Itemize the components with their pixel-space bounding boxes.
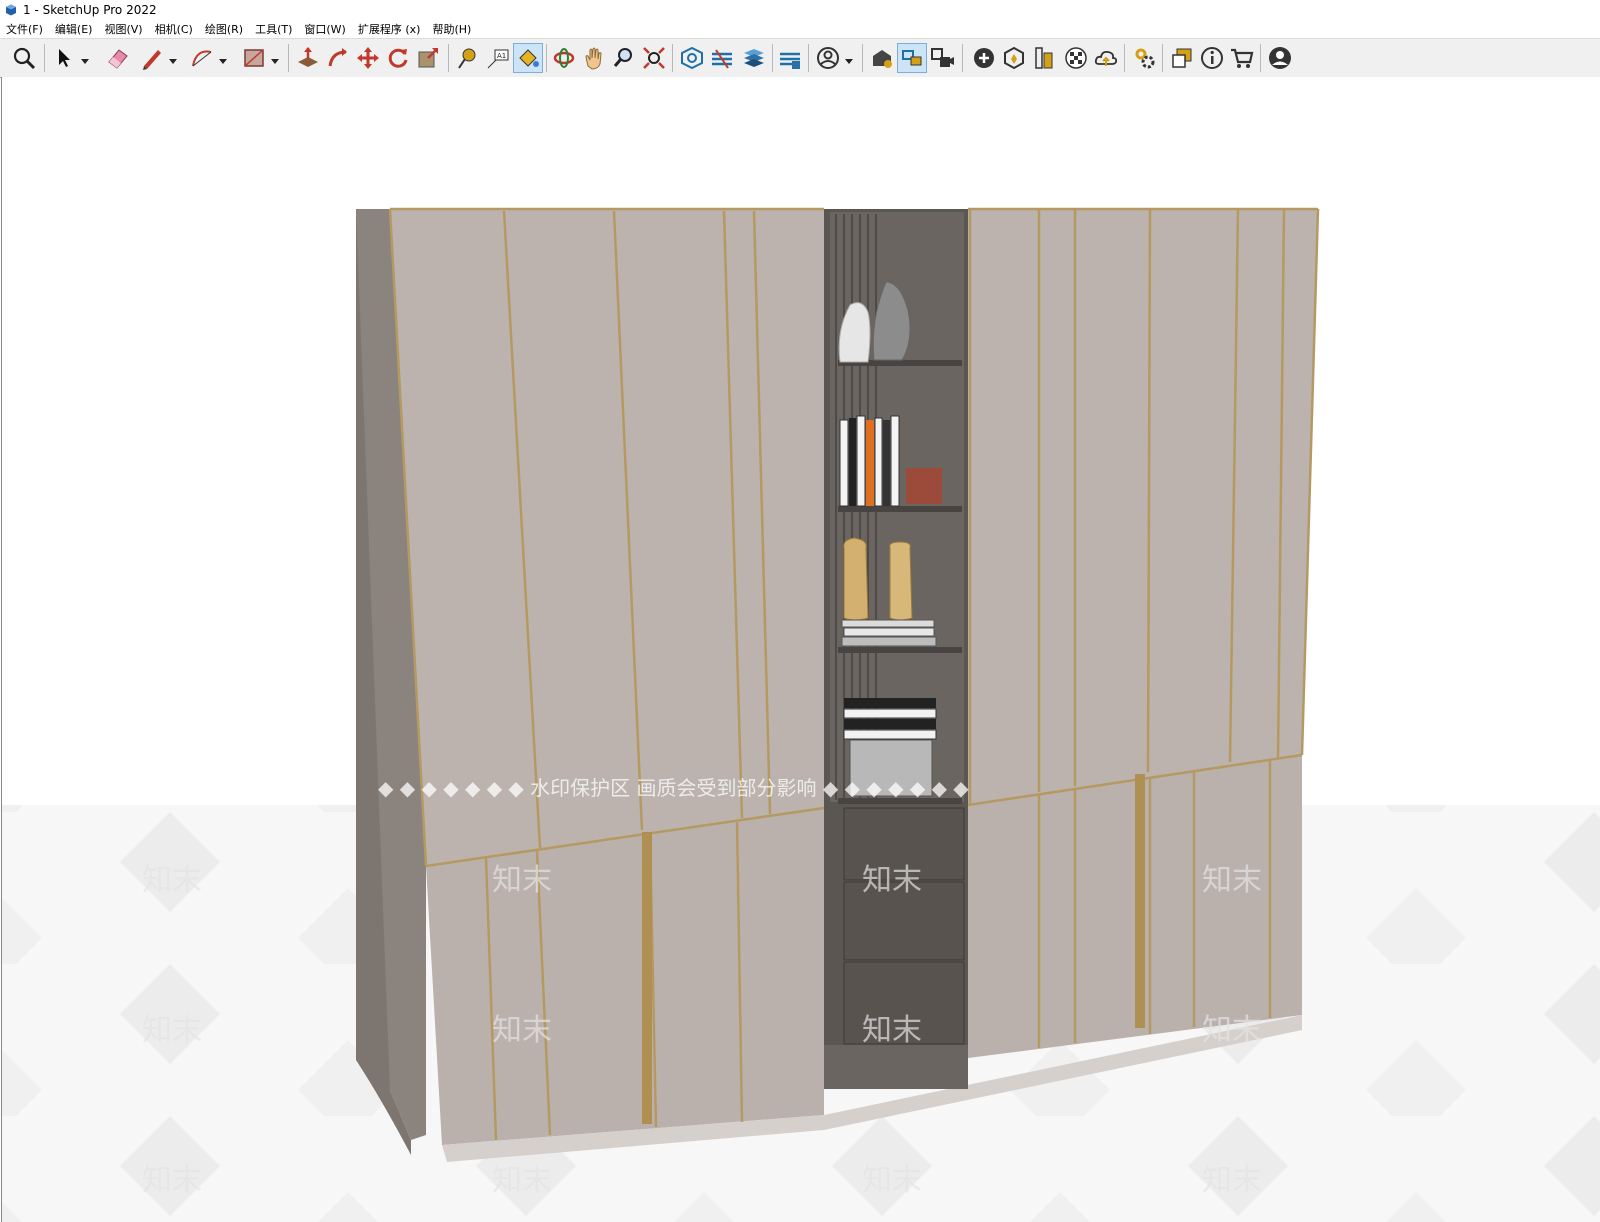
watermark-brand-text: 知末 [142,1163,202,1198]
svg-text:A1: A1 [497,52,506,60]
shopping-cart-icon[interactable] [1228,44,1256,72]
door-handle [1135,774,1145,1028]
main-toolbar: A1 [0,38,1600,78]
chevron-down-icon[interactable] [80,52,90,64]
watermark-brand-text: 知末 [142,863,202,898]
zoom-icon[interactable] [610,44,638,72]
checkerboard-icon[interactable] [1062,44,1090,72]
eraser-icon[interactable] [104,44,132,72]
menu-draw[interactable]: 绘图(R) [199,21,249,37]
gold-vase [843,537,869,621]
menu-tools[interactable]: 工具(T) [249,21,298,37]
book-stack [841,619,937,647]
section-cut-icon[interactable] [740,44,768,72]
pencil-line-icon[interactable] [138,44,166,72]
push-pull-icon[interactable] [294,44,322,72]
upper-right-doors [968,209,1318,805]
outliner-icon[interactable] [1168,44,1196,72]
text-label-icon[interactable]: A1 [484,44,512,72]
tape-measure-icon[interactable] [454,44,482,72]
chevron-down-icon[interactable] [270,52,280,64]
follow-me-icon[interactable] [324,44,352,72]
scenes-icon[interactable] [928,44,956,72]
watermark-brand-text: 知末 [1202,1013,1262,1048]
menu-edit[interactable]: 编辑(E) [49,21,99,37]
watermark-brand-text: 知末 [492,1013,552,1048]
user-account-icon[interactable] [814,44,842,72]
watermark-brand-text: 知末 [492,863,552,898]
toolbar-separator [962,44,963,72]
menu-help[interactable]: 帮助(H) [426,21,477,37]
sketchup-app-icon [6,4,16,16]
select-arrow-icon[interactable] [50,44,78,72]
chevron-down-icon[interactable] [844,52,854,64]
door-handle [642,832,652,1124]
toolbar-separator [448,44,449,72]
toolbar-separator [862,44,863,72]
wardrobe-model: ◆ ◆ ◆ ◆ ◆ ◆ ◆ 水印保护区 画质会受到部分影响 ◆ ◆ ◆ ◆ ◆ … [2,207,1600,1222]
warehouse-icon[interactable] [868,44,896,72]
section-fill-icon[interactable] [776,44,804,72]
zoom-extents-icon[interactable] [640,44,668,72]
chevron-down-icon[interactable] [218,52,228,64]
menu-camera[interactable]: 相机(C) [149,21,199,37]
watermark-brand-text: 知末 [1202,1163,1262,1198]
preferences-gear-icon[interactable] [1130,44,1158,72]
paint-bucket-icon[interactable] [513,43,543,73]
rotate-icon[interactable] [384,44,412,72]
move-icon[interactable] [354,44,382,72]
upper-left-doors [390,209,824,866]
toolbar-separator [44,44,45,72]
watermark-banner: ◆ ◆ ◆ ◆ ◆ ◆ ◆ 水印保护区 画质会受到部分影响 ◆ ◆ ◆ ◆ ◆ … [378,776,969,800]
orbit-icon[interactable] [550,44,578,72]
watermark-brand-text: 知末 [862,1163,922,1198]
toolbar-separator [1260,44,1261,72]
model-viewport[interactable]: ◆ ◆ ◆ ◆ ◆ ◆ ◆ 水印保护区 画质会受到部分影响 ◆ ◆ ◆ ◆ ◆ … [1,77,1600,1222]
toolbar-separator [288,44,289,72]
entity-info-icon[interactable] [1198,44,1226,72]
niche-drawers [843,807,965,1045]
arc-icon[interactable] [188,44,216,72]
menu-bar: 文件(F) 编辑(E) 视图(V) 相机(C) 绘图(R) 工具(T) 窗口(W… [0,20,1600,38]
menu-extensions[interactable]: 扩展程序 (x) [352,21,427,37]
menu-window[interactable]: 窗口(W) [298,21,351,37]
cloud-upload-icon[interactable] [1092,44,1120,72]
toolbar-separator [546,44,547,72]
section-plane-icon[interactable] [678,44,706,72]
watermark-brand-text: 知末 [862,1013,922,1048]
menu-file[interactable]: 文件(F) [0,21,49,37]
watermark-brand-text: 知末 [142,1013,202,1048]
extension-manager-icon[interactable] [1030,44,1058,72]
section-display-icon[interactable] [708,44,736,72]
gold-vase [889,541,913,621]
toolbar-separator [1124,44,1125,72]
scale-icon[interactable] [414,44,442,72]
components-icon[interactable] [897,43,927,73]
sandbox-icon[interactable] [1000,44,1028,72]
window-title: 1 - SketchUp Pro 2022 [23,3,157,17]
watermark-brand-text: 知末 [492,1163,552,1198]
add-location-icon[interactable] [970,44,998,72]
zoom-window-icon[interactable] [10,44,38,72]
toolbar-separator [808,44,809,72]
menu-view[interactable]: 视图(V) [98,21,148,37]
chevron-down-icon[interactable] [168,52,178,64]
rectangle-icon[interactable] [240,44,268,72]
profile-icon[interactable] [1266,44,1294,72]
toolbar-separator [672,44,673,72]
watermark-brand-text: 知末 [1202,863,1262,898]
pan-hand-icon[interactable] [580,44,608,72]
toolbar-separator [772,44,773,72]
toolbar-separator [1162,44,1163,72]
watermark-brand-text: 知末 [862,863,922,898]
title-bar: 1 - SketchUp Pro 2022 [0,0,1600,20]
